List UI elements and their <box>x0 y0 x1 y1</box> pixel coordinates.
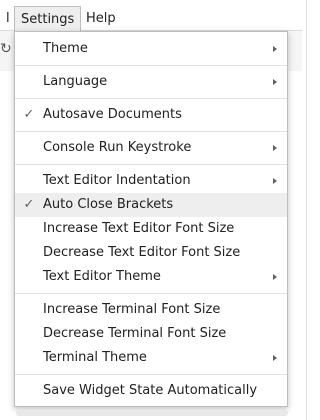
menu-item-label: Text Editor Theme <box>43 269 161 284</box>
menu-item-label: Decrease Terminal Font Size <box>43 326 227 341</box>
menu-separator <box>15 164 287 165</box>
menu-item-label: Text Editor Indentation <box>43 173 191 188</box>
menu-separator <box>15 65 287 66</box>
menu-item-increase-text-editor-font-size[interactable]: Increase Text Editor Font Size <box>15 217 287 241</box>
menu-item-label: Decrease Text Editor Font Size <box>43 245 241 260</box>
settings-menu: Theme Language ✓ Autosave Documents Cons… <box>14 31 288 407</box>
menu-separator <box>15 293 287 294</box>
menu-item-decrease-terminal-font-size[interactable]: Decrease Terminal Font Size <box>15 322 287 346</box>
chevron-right-icon <box>273 79 277 85</box>
checkmark-icon: ✓ <box>23 107 35 122</box>
right-panel-edge <box>306 0 320 420</box>
menu-item-label: Save Widget State Automatically <box>43 383 258 398</box>
menu-item-label: Console Run Keystroke <box>43 140 192 155</box>
chevron-right-icon <box>273 178 277 184</box>
menu-item-label: Terminal Theme <box>43 350 147 365</box>
menu-separator <box>15 374 287 375</box>
menu-item-label: Language <box>43 74 108 89</box>
chevron-right-icon <box>273 46 277 52</box>
menu-bar: l Settings Help <box>0 0 302 31</box>
menu-item-label: Increase Text Editor Font Size <box>43 221 235 236</box>
menu-settings[interactable]: Settings <box>14 6 82 31</box>
menu-item-auto-close-brackets[interactable]: ✓ Auto Close Brackets <box>15 193 287 217</box>
menu-item-console-run-keystroke[interactable]: Console Run Keystroke <box>15 136 287 160</box>
menu-item-language[interactable]: Language <box>15 70 287 94</box>
horizontal-scrollbar[interactable] <box>16 410 288 416</box>
menu-item-terminal-theme[interactable]: Terminal Theme <box>15 346 287 370</box>
menu-help[interactable]: Help <box>80 6 122 31</box>
menu-item-decrease-text-editor-font-size[interactable]: Decrease Text Editor Font Size <box>15 241 287 265</box>
menu-item-save-widget-state-automatically[interactable]: Save Widget State Automatically <box>15 379 287 403</box>
refresh-icon[interactable]: ↻ <box>0 41 12 57</box>
menu-item-label: Auto Close Brackets <box>43 197 174 212</box>
menu-item-text-editor-theme[interactable]: Text Editor Theme <box>15 265 287 289</box>
chevron-right-icon <box>273 145 277 151</box>
menu-item-theme[interactable]: Theme <box>15 37 287 61</box>
menu-separator <box>15 98 287 99</box>
menu-item-label: Increase Terminal Font Size <box>43 302 221 317</box>
menu-item-increase-terminal-font-size[interactable]: Increase Terminal Font Size <box>15 298 287 322</box>
checkmark-icon: ✓ <box>23 197 35 212</box>
menu-separator <box>15 131 287 132</box>
chevron-right-icon <box>273 274 277 280</box>
chevron-right-icon <box>273 355 277 361</box>
menu-item-text-editor-indentation[interactable]: Text Editor Indentation <box>15 169 287 193</box>
menu-item-autosave-documents[interactable]: ✓ Autosave Documents <box>15 103 287 127</box>
menu-item-label: Autosave Documents <box>43 107 182 122</box>
menu-item-label: Theme <box>43 41 88 56</box>
